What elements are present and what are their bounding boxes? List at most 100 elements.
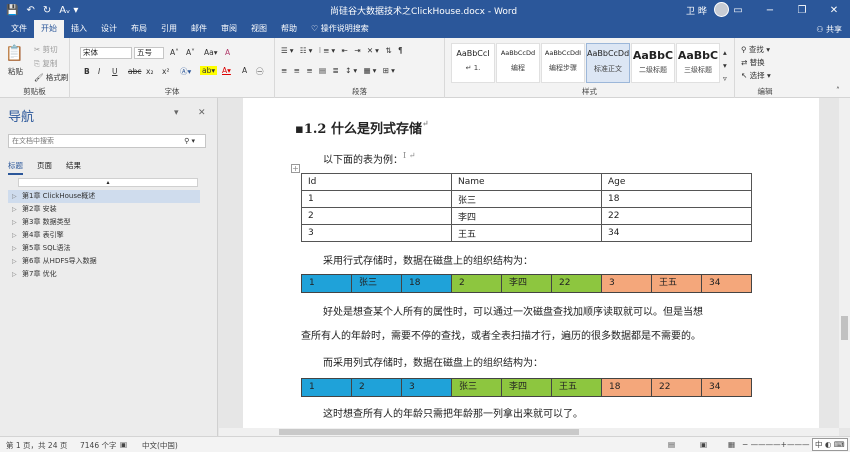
nav-search-input[interactable]: 在文档中搜索 ⚲ ▾ (8, 134, 206, 148)
nav-heading-item[interactable]: ▷ 第7章 优化 (8, 268, 200, 281)
enclose-char-icon[interactable]: ㊀ (256, 66, 264, 77)
shrink-font-button[interactable]: A˅ (186, 48, 195, 57)
italic-button[interactable]: I (98, 67, 100, 76)
share-button[interactable]: ⚇ 共享 (816, 24, 842, 35)
document-area: ▪1.2 什么是列式存储 ↵ 以下面的表为例： I ↵ + Id Name Age 1… (219, 98, 839, 428)
scissors-icon: ✂ (34, 45, 43, 54)
page-count[interactable]: 第 1 页，共 24 页 (6, 440, 67, 451)
undo-icon[interactable]: ↶ (26, 5, 34, 16)
strip-cell: 22 (552, 275, 602, 292)
copy-button[interactable]: ⎘ 复制 (34, 58, 57, 69)
align-icons[interactable]: ≡ ≡ ≡ ▤ ≣ ↕▾ ▦▾ ⊞▾ (281, 66, 397, 75)
text-effects-icon[interactable]: Ⓐ▾ (180, 66, 191, 77)
print-layout-icon[interactable]: ▣ (700, 440, 707, 449)
find-button[interactable]: ⚲ 查找 ▾ (741, 44, 770, 55)
nav-heading-item[interactable]: ▷ 第5章 SQL语法 (8, 242, 200, 255)
horizontal-scrollbar[interactable] (219, 428, 839, 436)
clipboard-label: 剪贴板 (23, 87, 46, 96)
select-button[interactable]: ↖ 选择 ▾ (741, 70, 771, 81)
strip-cell: 张三 (352, 275, 402, 292)
tab-references[interactable]: 引用 (154, 20, 184, 38)
ime-indicator[interactable]: 中 ◐ ⌨ (812, 438, 848, 451)
char-shading-icon[interactable]: A (242, 66, 247, 75)
example-table: Id Name Age 1 张三 18 2 李四 22 3 王五 34 (301, 173, 752, 242)
font-name-select[interactable]: 宋体 (80, 47, 132, 59)
user-name[interactable]: 卫 晔 (686, 4, 707, 17)
word-count[interactable]: 7146 个字 (80, 440, 116, 451)
cut-button[interactable]: ✂ 剪切 (34, 44, 58, 55)
language[interactable]: 中文(中国) (142, 440, 178, 451)
style-item[interactable]: AaBbC 二级标题 (631, 43, 675, 83)
ribbon-options-icon[interactable]: ▭ (722, 0, 754, 20)
tab-review[interactable]: 审阅 (214, 20, 244, 38)
vertical-scrollbar[interactable] (839, 98, 850, 428)
web-layout-icon[interactable]: ▦ (728, 440, 735, 449)
highlight-icon[interactable]: ab▾ (200, 66, 218, 75)
scroll-thumb[interactable] (279, 429, 579, 435)
redo-icon[interactable]: ↻ (43, 5, 51, 16)
nav-tab-pages[interactable]: 页面 (37, 160, 52, 175)
tab-home[interactable]: 开始 (34, 20, 64, 38)
underline-button[interactable]: U (112, 67, 118, 76)
collapse-headings-bar[interactable]: ▴ (18, 178, 198, 187)
close-button[interactable]: ✕ (818, 0, 850, 20)
grow-font-button[interactable]: A˄ (170, 48, 179, 57)
collapse-ribbon-icon[interactable]: ˄ (836, 86, 840, 95)
tab-mailings[interactable]: 邮件 (184, 20, 214, 38)
style-item[interactable]: AaBbCcDd 编程 (496, 43, 540, 83)
proofing-icon[interactable]: ▣ (120, 440, 127, 449)
minimize-button[interactable]: − (754, 0, 786, 20)
tab-help[interactable]: 帮助 (274, 20, 304, 38)
title-bar: 💾 ↶ ↻ Aᵥ ▾ 尚硅谷大数据技术之ClickHouse.docx - Wo… (0, 0, 850, 20)
font-color-icon[interactable]: A▾ (222, 66, 231, 75)
tab-file[interactable]: 文件 (0, 20, 34, 38)
nav-options-icon[interactable]: ▾ (174, 108, 179, 118)
nav-tab-headings[interactable]: 标题 (8, 160, 23, 175)
list-icons[interactable]: ☰▾ ☷▾ ⁝≡▾ ⇤ ⇥ ✕▾ ⇅ ¶ (281, 46, 405, 55)
document-page[interactable]: ▪1.2 什么是列式存储 ↵ 以下面的表为例： I ↵ + Id Name Age 1… (243, 98, 819, 428)
customize-qa-button[interactable]: Aᵥ ▾ (59, 5, 78, 16)
styles-scroll-icon[interactable]: ▴ ▾ ▿ (723, 46, 727, 85)
tab-insert[interactable]: 插入 (64, 20, 94, 38)
table-move-handle[interactable]: + (291, 164, 300, 173)
style-item[interactable]: AaBbCcDdI 编程步骤 (541, 43, 585, 83)
paste-button[interactable]: 粘贴 (8, 66, 23, 77)
strip-cell: 18 (602, 379, 652, 396)
scroll-thumb[interactable] (841, 316, 848, 340)
nav-heading-item[interactable]: ▷ 第2章 安装 (8, 203, 200, 216)
status-bar: 第 1 页，共 24 页 7146 个字 ▣ 中文(中国) ▤ ▣ ▦ − ——… (0, 436, 850, 452)
font-size-select[interactable]: 五号 (134, 47, 164, 59)
subscript-button[interactable]: x₂ (146, 67, 153, 76)
bold-button[interactable]: B (84, 67, 90, 76)
style-item-selected[interactable]: AaBbCcDd 标准正文 (586, 43, 630, 83)
zoom-slider[interactable]: − ————+——— + (742, 440, 818, 449)
paragraph-conclusion: 这时想查所有人的年龄只需把年龄那一列拿出来就可以了。 (323, 409, 583, 420)
save-icon[interactable]: 💾 (6, 5, 18, 16)
nav-heading-item[interactable]: ▷ 第4章 表引擎 (8, 229, 200, 242)
superscript-button[interactable]: x² (162, 67, 169, 76)
format-painter-button[interactable]: 🖌 格式刷 (34, 72, 68, 83)
restore-button[interactable]: ❐ (786, 0, 818, 20)
tell-me-search[interactable]: ♡ 操作说明搜索 (304, 20, 376, 38)
nav-heading-item[interactable]: ▷ 第1章 ClickHouse概述 (8, 190, 200, 203)
replace-button[interactable]: ⇄ 替换 (741, 57, 765, 68)
paragraph-row-storage: 采用行式存储时，数据在磁盘上的组织结构为： (323, 256, 533, 267)
tab-design[interactable]: 设计 (94, 20, 124, 38)
person-icon: ⚇ (816, 25, 826, 34)
document-title: 尚硅谷大数据技术之ClickHouse.docx - Word (330, 7, 518, 17)
tab-layout[interactable]: 布局 (124, 20, 154, 38)
style-item[interactable]: AaBbC 三级标题 (676, 43, 720, 83)
strip-cell: 18 (402, 275, 452, 292)
change-case-button[interactable]: Aa▾ (204, 48, 218, 57)
nav-tab-results[interactable]: 结果 (66, 160, 81, 175)
nav-heading-item[interactable]: ▷ 第6章 从HDFS导入数据 (8, 255, 200, 268)
strikethrough-button[interactable]: abc (128, 67, 141, 76)
read-mode-icon[interactable]: ▤ (668, 440, 675, 449)
tab-view[interactable]: 视图 (244, 20, 274, 38)
style-item[interactable]: AaBbCcI ↵ 1. (451, 43, 495, 83)
nav-close-icon[interactable]: ✕ (198, 108, 206, 118)
paste-icon[interactable]: 📋 (5, 44, 24, 62)
clear-format-button[interactable]: A (225, 48, 230, 57)
search-icon[interactable]: ⚲ ▾ (184, 135, 195, 147)
nav-heading-item[interactable]: ▷ 第3章 数据类型 (8, 216, 200, 229)
